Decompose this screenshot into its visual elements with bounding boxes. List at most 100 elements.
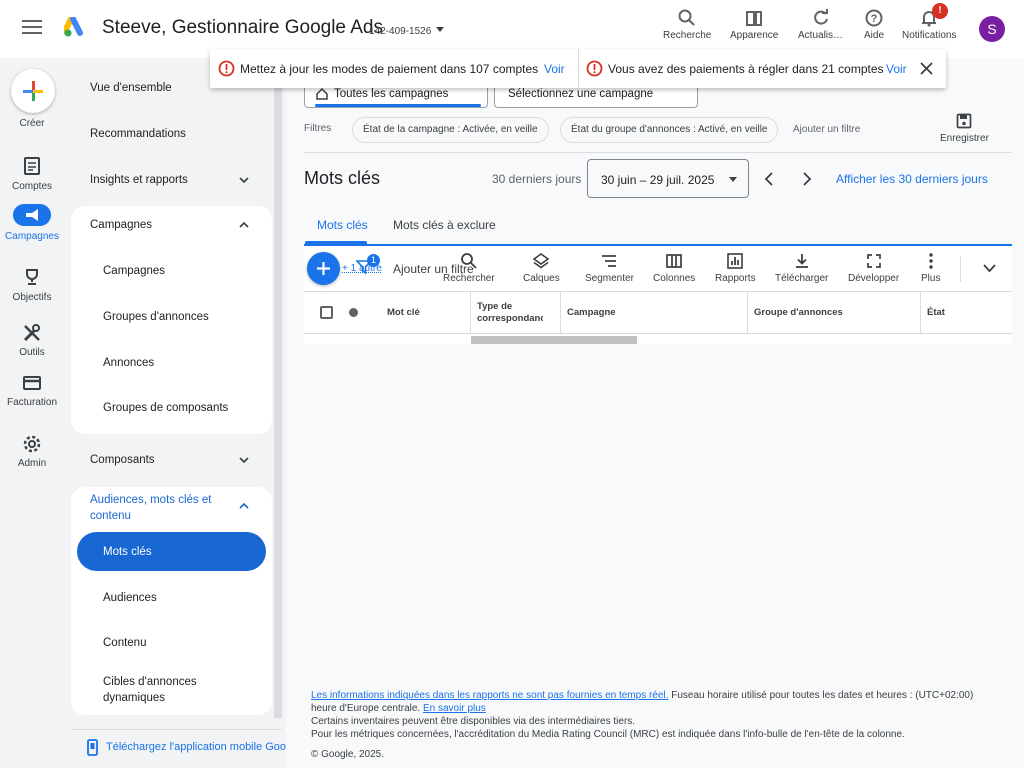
- realtime-info-link[interactable]: Les informations indiquées dans les rapp…: [311, 690, 668, 701]
- column-campaign[interactable]: Campagne: [567, 307, 616, 318]
- trophy-icon[interactable]: [22, 267, 42, 287]
- phone-icon: [87, 739, 98, 756]
- campaign-status-filter-chip[interactable]: État de la campagne : Activée, en veille: [352, 117, 549, 143]
- nav-scrollbar[interactable]: [274, 58, 282, 718]
- error-icon: [586, 60, 603, 77]
- mobile-app-link[interactable]: Téléchargez l'application mobile Google: [106, 741, 301, 753]
- tool-label: Notifications: [902, 30, 957, 41]
- close-icon[interactable]: [920, 62, 933, 75]
- toolbar-label: Plus: [921, 273, 941, 284]
- account-dropdown-icon[interactable]: [436, 27, 444, 32]
- chevron-down-icon[interactable]: [239, 455, 249, 465]
- rail-item-billing[interactable]: Facturation: [0, 397, 64, 408]
- column-ad-group[interactable]: Groupe d'annonces: [754, 307, 843, 318]
- date-range-label: 30 derniers jours: [492, 172, 582, 186]
- nav-asset-groups[interactable]: Groupes de composants: [103, 402, 228, 414]
- svg-text:?: ?: [871, 13, 878, 25]
- layers-icon: [532, 253, 550, 269]
- notifications-tool[interactable]: Notifications: [902, 8, 956, 41]
- rail-item-tools[interactable]: Outils: [0, 347, 64, 358]
- select-all-checkbox[interactable]: [320, 306, 333, 319]
- tools-icon[interactable]: [22, 323, 42, 343]
- chevron-down-icon[interactable]: [239, 175, 249, 185]
- column-keyword[interactable]: Mot clé: [387, 307, 420, 318]
- nav-divider: [71, 729, 282, 730]
- date-range-picker[interactable]: 30 juin – 29 juil. 2025: [587, 159, 749, 198]
- account-title[interactable]: Steeve, Gestionnaire Google Ads: [102, 17, 383, 39]
- plus-icon: [23, 81, 43, 101]
- tab-keywords[interactable]: Mots clés: [317, 218, 368, 232]
- more-tool-button[interactable]: Plus: [921, 252, 940, 284]
- save-button[interactable]: Enregistrer: [940, 113, 989, 144]
- more-filters-link[interactable]: + 1 autre: [342, 263, 382, 274]
- google-ads-logo[interactable]: [64, 17, 86, 37]
- ad-group-status-filter-chip[interactable]: État du groupe d'annonces : Activé, en v…: [560, 117, 779, 143]
- tool-label: Aide: [864, 30, 885, 41]
- download-tool-button[interactable]: Télécharger: [775, 252, 828, 284]
- show-last-30-days-link[interactable]: Afficher les 30 derniers jours: [836, 172, 988, 186]
- save-label: Enregistrer: [940, 133, 989, 144]
- chevron-up-icon[interactable]: [239, 220, 249, 230]
- create-button[interactable]: [11, 69, 55, 113]
- segment-tool-button[interactable]: Segmenter: [585, 252, 634, 284]
- expand-tool-button[interactable]: Développer: [848, 252, 899, 284]
- columns-tool-button[interactable]: Colonnes: [653, 252, 695, 284]
- chevron-up-icon[interactable]: [239, 501, 249, 511]
- account-id[interactable]: 142-409-1526: [369, 26, 431, 37]
- nav-recommendations[interactable]: Recommandations: [90, 128, 186, 140]
- column-match-type[interactable]: Type de correspondance: [477, 301, 543, 325]
- chevron-down-icon[interactable]: [983, 263, 996, 273]
- toolbar-separator: [960, 256, 961, 282]
- payment-notice-link[interactable]: Voir: [544, 62, 565, 76]
- rail-item-admin[interactable]: Admin: [0, 458, 64, 469]
- due-payments-notice-link[interactable]: Voir: [886, 62, 907, 76]
- nav-content[interactable]: Contenu: [103, 637, 146, 649]
- notification-banner: Mettez à jour les modes de paiement dans…: [210, 49, 946, 88]
- nav-keywords[interactable]: Mots clés: [103, 546, 152, 558]
- nav-audiences-group[interactable]: Audiences, mots clés et contenu: [90, 492, 230, 524]
- column-separator: [560, 292, 561, 334]
- nav-overview[interactable]: Vue d'ensemble: [90, 82, 172, 94]
- nav-campaigns-group[interactable]: Campagnes: [90, 219, 152, 231]
- nav-audiences[interactable]: Audiences: [103, 592, 157, 604]
- nav-ad-groups[interactable]: Groupes d'annonces: [103, 311, 209, 323]
- toolbar-label: Rapports: [715, 273, 756, 284]
- column-separator: [920, 292, 921, 334]
- nav-assets[interactable]: Composants: [90, 454, 155, 466]
- accounts-icon[interactable]: [22, 156, 42, 176]
- search-tool-button[interactable]: Rechercher: [443, 252, 495, 284]
- table-horizontal-scrollbar[interactable]: [471, 336, 637, 344]
- chevron-right-icon[interactable]: [801, 171, 813, 187]
- select-campaign-label: Sélectionnez une campagne: [508, 88, 654, 100]
- expand-icon: [866, 254, 881, 268]
- add-filter-link[interactable]: Ajouter un filtre: [793, 124, 860, 135]
- main-menu-icon[interactable]: [22, 20, 42, 36]
- tool-label: Apparence: [730, 30, 779, 41]
- dropdown-arrow-icon: [729, 177, 737, 182]
- rail-item-campaigns[interactable]: Campagnes: [0, 231, 64, 242]
- add-keyword-button[interactable]: [307, 252, 340, 285]
- nav-ads[interactable]: Annonces: [103, 357, 154, 369]
- billing-icon[interactable]: [22, 373, 42, 393]
- layers-tool-button[interactable]: Calques: [523, 252, 560, 284]
- chevron-left-icon[interactable]: [763, 171, 775, 187]
- toolbar-label: Calques: [523, 273, 560, 284]
- appearance-tool[interactable]: Apparence: [730, 8, 778, 41]
- search-tool[interactable]: Recherche: [663, 8, 711, 41]
- toolbar-label: Segmenter: [585, 273, 634, 284]
- learn-more-link[interactable]: En savoir plus: [423, 703, 486, 714]
- refresh-tool[interactable]: Actualis…: [798, 8, 843, 41]
- column-status[interactable]: État: [927, 307, 945, 318]
- tab-negative-keywords[interactable]: Mots clés à exclure: [393, 218, 496, 232]
- rail-item-goals[interactable]: Objectifs: [0, 292, 64, 303]
- nav-dynamic-targets[interactable]: Cibles d'annonces dynamiques: [103, 674, 233, 706]
- gear-icon[interactable]: [22, 434, 42, 454]
- avatar[interactable]: S: [979, 16, 1005, 42]
- nav-campaigns[interactable]: Campagnes: [103, 265, 165, 277]
- reports-tool-button[interactable]: Rapports: [715, 252, 756, 284]
- rail-item-accounts[interactable]: Comptes: [0, 181, 64, 192]
- toolbar-label: Rechercher: [443, 273, 495, 284]
- help-tool[interactable]: ? Aide: [864, 8, 884, 41]
- nav-insights[interactable]: Insights et rapports: [90, 174, 188, 186]
- search-icon: [460, 253, 477, 269]
